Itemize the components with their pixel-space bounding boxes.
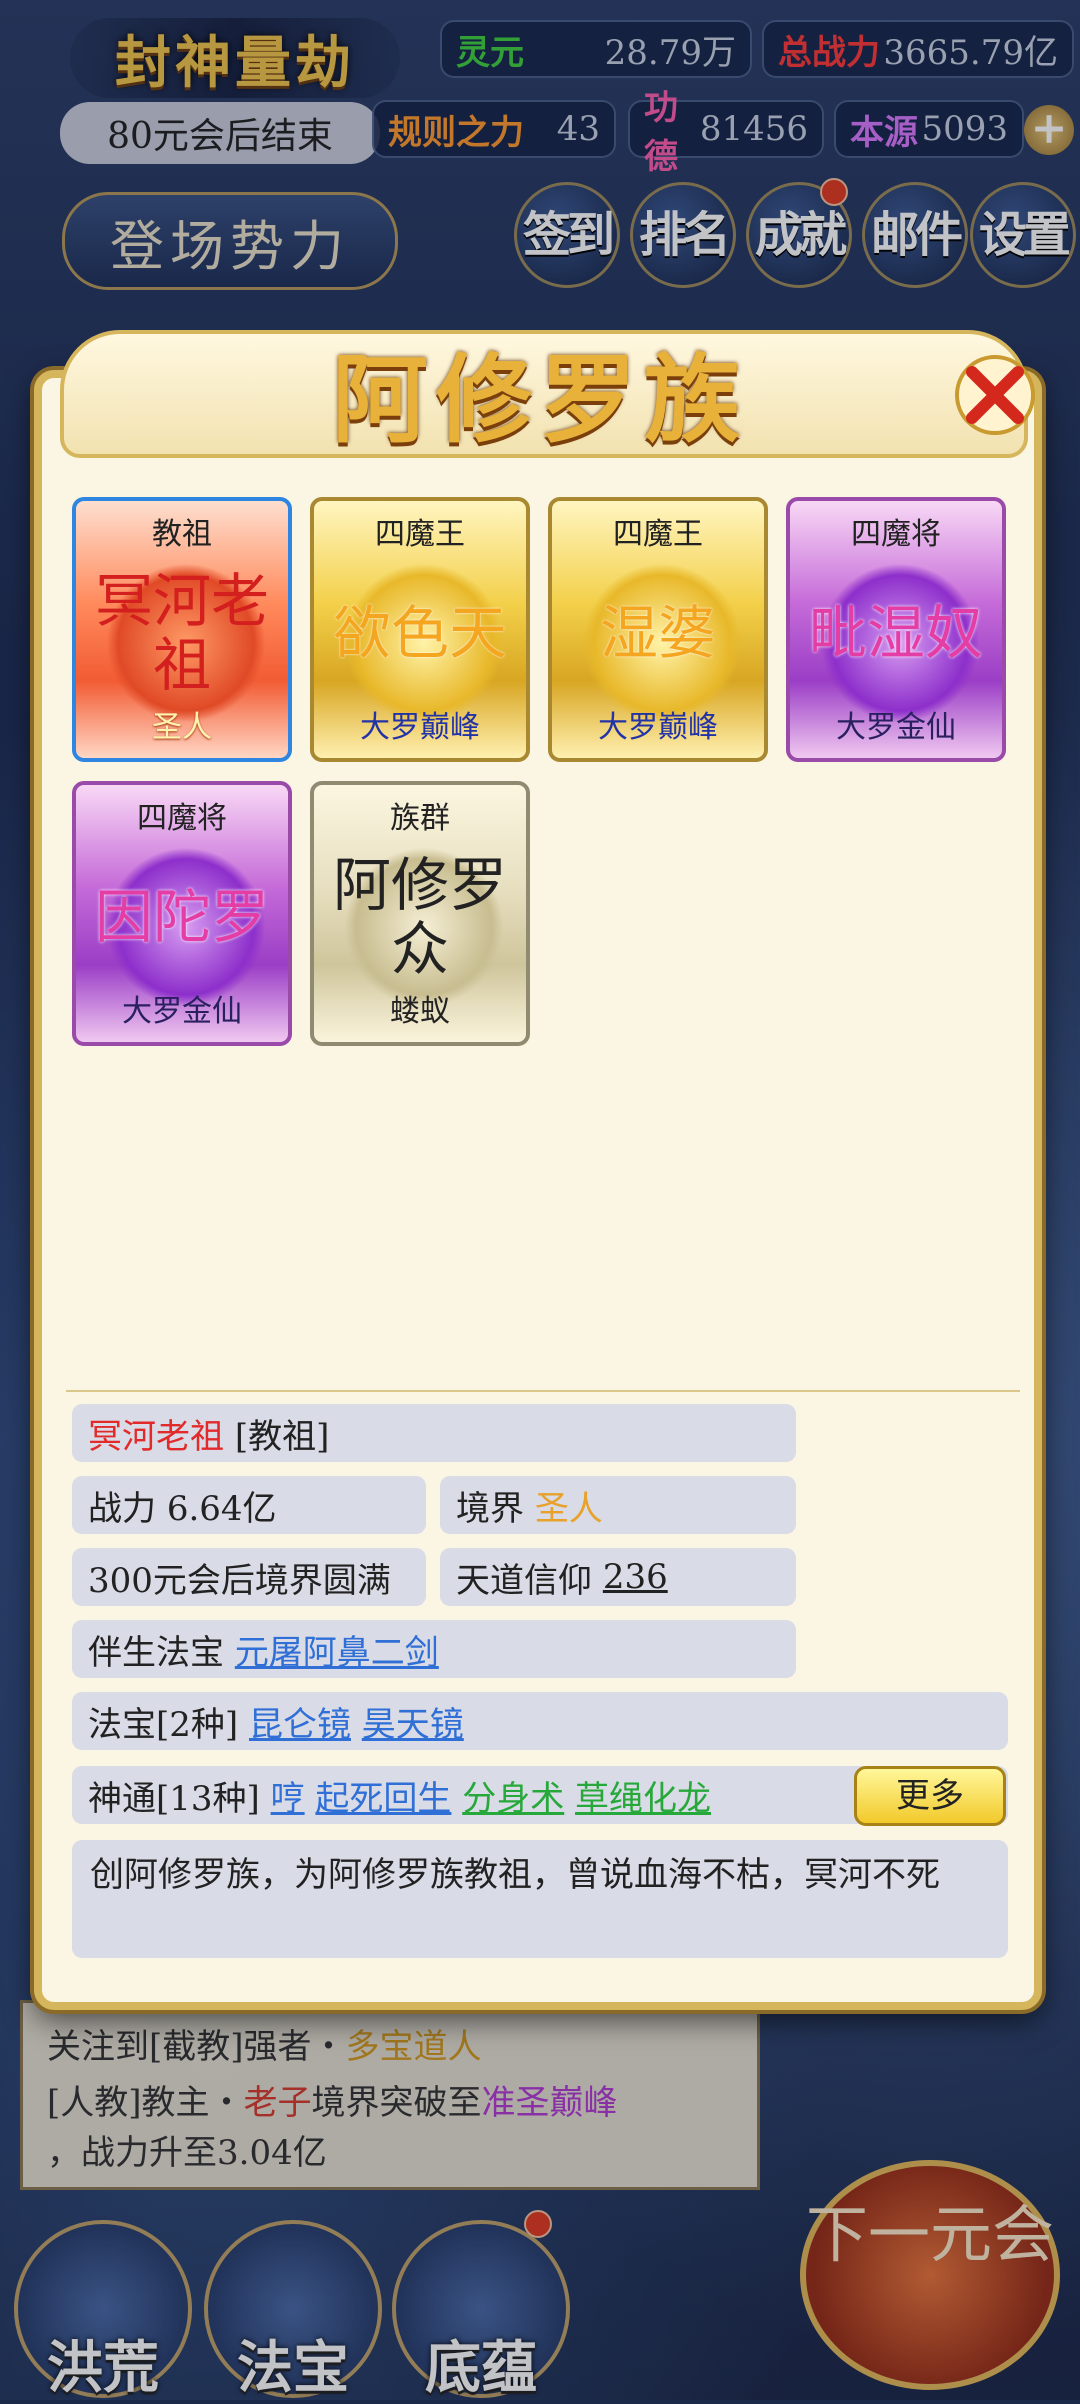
ability-link[interactable]: 起死回生 xyxy=(315,1771,451,1820)
card-rank: 教祖 xyxy=(152,517,212,552)
card-realm: 蝼蚁 xyxy=(390,994,450,1029)
detail-rank: [教祖] xyxy=(234,1416,330,1457)
realm-label: 境界 xyxy=(456,1488,524,1529)
character-card-indra[interactable]: 四魔将 因陀罗 大罗金仙 xyxy=(72,781,292,1046)
power-label: 战力 xyxy=(88,1488,156,1529)
detail-perfection-row: 300元会后境界圆满 xyxy=(72,1548,426,1606)
detail-faith-row: 天道信仰 236 xyxy=(440,1548,796,1606)
ability-link[interactable]: 草绳化龙 xyxy=(575,1771,711,1820)
more-abilities-button[interactable]: 更多 xyxy=(854,1766,1006,1826)
character-card-shiva[interactable]: 四魔王 湿婆 大罗巅峰 xyxy=(548,497,768,762)
section-divider xyxy=(66,1390,1020,1392)
card-rank: 四魔将 xyxy=(851,517,941,552)
card-rank: 四魔将 xyxy=(137,801,227,836)
card-realm: 圣人 xyxy=(152,710,212,745)
card-rank: 族群 xyxy=(390,801,450,836)
detail-treasures-row: 法宝[2种] 昆仑镜 昊天镜 xyxy=(72,1692,1008,1750)
realm-value: 圣人 xyxy=(534,1488,603,1529)
detail-name: 冥河老祖 xyxy=(88,1416,224,1457)
card-name: 因陀罗 xyxy=(94,883,269,951)
card-realm: 大罗金仙 xyxy=(836,710,956,745)
card-rank: 四魔王 xyxy=(613,517,703,552)
detail-companion-row: 伴生法宝 元屠阿鼻二剑 xyxy=(72,1620,796,1678)
popup-title: 阿修罗族 xyxy=(332,343,748,456)
character-card-asura-clan[interactable]: 族群 阿修罗众 蝼蚁 xyxy=(310,781,530,1046)
character-description: 创阿修罗族，为阿修罗族教祖，曾说血海不枯，冥河不死 xyxy=(72,1840,1008,1958)
faith-value[interactable]: 236 xyxy=(603,1557,668,1597)
card-realm: 大罗金仙 xyxy=(122,994,242,1029)
detail-name-row: 冥河老祖 [教祖] xyxy=(72,1404,796,1462)
card-name: 毗湿奴 xyxy=(808,599,983,667)
treasures-label: 法宝[2种] xyxy=(88,1704,239,1745)
character-card-minghe[interactable]: 教祖 冥河老祖 圣人 xyxy=(72,497,292,762)
card-name: 湿婆 xyxy=(599,599,716,667)
card-name: 阿修罗众 xyxy=(332,851,507,983)
ability-link[interactable]: 哼 xyxy=(271,1771,305,1820)
companion-treasure-link[interactable]: 元屠阿鼻二剑 xyxy=(235,1625,439,1674)
card-rank: 四魔王 xyxy=(375,517,465,552)
character-card-vishnu[interactable]: 四魔将 毗湿奴 大罗金仙 xyxy=(786,497,1006,762)
detail-power-row: 战力 6.64亿 xyxy=(72,1476,426,1534)
treasure-link[interactable]: 昆仑镜 xyxy=(249,1697,351,1746)
detail-realm-row: 境界 圣人 xyxy=(440,1476,796,1534)
card-realm: 大罗巅峰 xyxy=(360,710,480,745)
card-realm: 大罗巅峰 xyxy=(598,710,718,745)
treasure-link[interactable]: 昊天镜 xyxy=(362,1697,464,1746)
companion-label: 伴生法宝 xyxy=(88,1632,224,1673)
abilities-label: 神通[13种] xyxy=(88,1778,260,1819)
character-card-yuse[interactable]: 四魔王 欲色天 大罗巅峰 xyxy=(310,497,530,762)
card-name: 冥河老祖 xyxy=(94,567,269,699)
faith-label: 天道信仰 xyxy=(456,1560,592,1601)
card-name: 欲色天 xyxy=(332,599,507,667)
ability-link[interactable]: 分身术 xyxy=(462,1771,564,1820)
close-icon[interactable] xyxy=(950,350,1040,440)
power-value: 6.64亿 xyxy=(166,1488,277,1529)
